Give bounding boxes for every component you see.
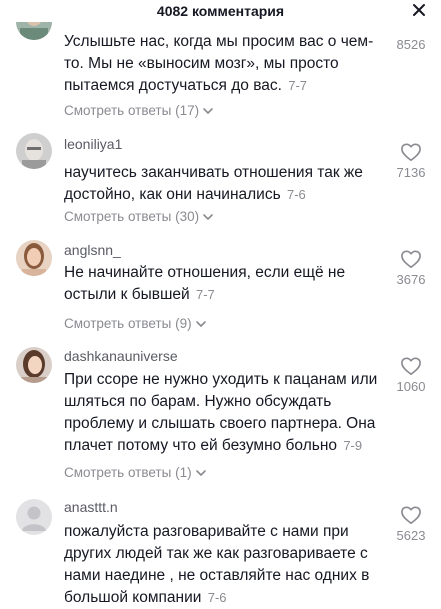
comment-text: пожалуйста разговаривайте с нами при дру… — [64, 523, 370, 606]
comment-text: При ссоре не нужно уходить к пацанам или… — [64, 371, 378, 454]
comment-username[interactable]: anglsnn_ — [64, 242, 121, 258]
comment-date: 7-7 — [288, 78, 308, 93]
comment-text: научитесь заканчивать отношения так же д… — [64, 164, 363, 203]
comment-username[interactable]: leoniliya1 — [64, 136, 122, 152]
comment-username[interactable]: dashkanauniverse — [64, 348, 178, 364]
comment-text: Не начинайте отношения, если ещё не осты… — [64, 264, 346, 303]
page-title: 4082 комментария — [156, 3, 285, 19]
comment-date: 7-9 — [343, 438, 363, 453]
avatar[interactable] — [16, 133, 52, 169]
close-button[interactable] — [409, 0, 429, 20]
like-count: 8526 — [396, 37, 426, 52]
comments-header: 4082 комментария — [0, 0, 441, 22]
chevron-down-icon — [203, 107, 213, 114]
heart-icon — [401, 357, 421, 375]
like-button[interactable]: 8526 — [391, 31, 431, 52]
chevron-down-icon — [203, 213, 213, 220]
comment-date: 7-6 — [286, 187, 306, 202]
avatar[interactable] — [16, 347, 52, 383]
comment-list: Услышьте нас, когда мы просим вас о чем-… — [0, 0, 441, 606]
close-icon — [413, 4, 425, 16]
like-count: 3676 — [396, 272, 426, 287]
like-button[interactable]: 3676 — [391, 249, 431, 287]
view-replies-button[interactable]: Смотреть ответы (17) — [64, 103, 215, 118]
view-replies-button[interactable]: Смотреть ответы (9) — [64, 316, 208, 331]
comment-date: 7-7 — [196, 287, 215, 302]
comment-text: Услышьте нас, когда мы просим вас о чем-… — [64, 33, 374, 94]
comment-username[interactable]: anasttt.n — [64, 499, 118, 515]
comment-date: 7-6 — [207, 590, 227, 605]
like-button[interactable]: 5623 — [391, 505, 431, 543]
like-button[interactable]: 1060 — [391, 356, 431, 394]
avatar[interactable] — [16, 240, 52, 276]
avatar[interactable] — [16, 499, 52, 535]
like-count: 5623 — [396, 528, 426, 543]
heart-icon — [401, 250, 421, 268]
like-count: 7136 — [396, 165, 426, 180]
like-count: 1060 — [396, 379, 426, 394]
view-replies-button[interactable]: Смотреть ответы (1) — [64, 465, 208, 480]
chevron-down-icon — [195, 469, 206, 476]
heart-icon — [401, 506, 421, 524]
like-button[interactable]: 7136 — [391, 142, 431, 180]
chevron-down-icon — [195, 320, 206, 327]
heart-icon — [401, 143, 421, 161]
view-replies-button[interactable]: Смотреть ответы (30) — [64, 209, 215, 224]
